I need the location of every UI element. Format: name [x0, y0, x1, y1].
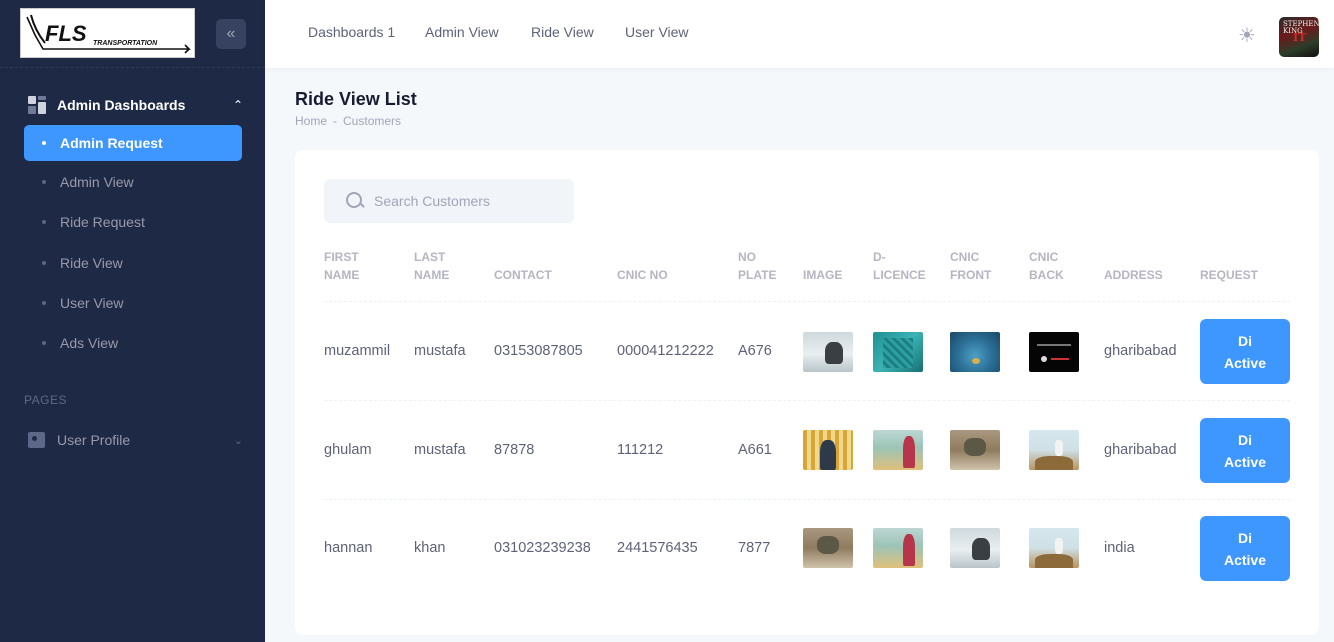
menu-section-label: Admin Dashboards	[57, 97, 186, 113]
cnic-front-thumbnail[interactable]	[950, 430, 1000, 470]
bullet-icon	[42, 261, 46, 265]
breadcrumb-home[interactable]: Home	[295, 114, 327, 128]
column-header-cnic-no: CNIC NO	[617, 268, 668, 282]
column-header-image: IMAGE	[803, 268, 843, 282]
sun-icon[interactable]: ☀	[1237, 26, 1257, 46]
column-header-first-name: FIRST NAME	[324, 250, 360, 282]
top-header: Dashboards 1 Admin View Ride View User V…	[265, 0, 1334, 68]
logo-graphic: FLS TRANSPORTATION	[26, 14, 191, 54]
company-logo[interactable]: FLS TRANSPORTATION	[20, 8, 195, 58]
licence-thumbnail[interactable]	[873, 332, 923, 372]
profile-card-icon	[28, 432, 45, 448]
nav-dashboards-1[interactable]: Dashboards 1	[308, 24, 395, 40]
nav-user-view[interactable]: User View	[625, 24, 689, 40]
sidebar-item-user-view[interactable]: User View	[24, 285, 242, 321]
search-input[interactable]	[374, 193, 564, 209]
menu-section-admin-dashboards[interactable]: Admin Dashboards ⌃	[28, 96, 243, 114]
sidebar-item-user-profile[interactable]: User Profile ⌄	[28, 431, 243, 449]
column-header-request: REQUEST	[1200, 268, 1259, 282]
cell-contact: 87878	[494, 442, 535, 458]
sidebar-item-ads-view[interactable]: Ads View	[24, 325, 242, 361]
cell-address: india	[1104, 540, 1135, 556]
cnic-back-thumbnail[interactable]	[1029, 332, 1079, 372]
bullet-icon	[42, 141, 46, 145]
double-chevron-left-icon: «	[226, 25, 236, 42]
column-header-cnic-back: CNIC BACK	[1029, 250, 1064, 282]
cell-last-name: mustafa	[414, 343, 466, 359]
cnic-back-thumbnail[interactable]	[1029, 430, 1079, 470]
nav-ride-view[interactable]: Ride View	[531, 24, 594, 40]
cell-no-plate: 7877	[738, 540, 771, 556]
cell-last-name: khan	[414, 540, 446, 556]
sidebar-item-ride-request[interactable]: Ride Request	[24, 204, 242, 240]
bullet-icon	[42, 301, 46, 305]
chevron-down-icon: ⌄	[233, 434, 243, 447]
column-header-address: ADDRESS	[1104, 268, 1163, 282]
avatar-text: IT	[1293, 31, 1307, 44]
sidebar-item-label: Admin View	[60, 174, 134, 190]
image-thumbnail[interactable]	[803, 430, 853, 470]
bullet-icon	[42, 341, 46, 345]
sidebar: FLS TRANSPORTATION « Admin Dashboards ⌃ …	[0, 0, 265, 642]
sidebar-item-label: Ads View	[60, 335, 119, 351]
cell-cnic-no: 2441576435	[617, 540, 698, 556]
dashboard-grid-icon	[28, 96, 46, 114]
table-header-divider	[324, 301, 1290, 302]
row-divider	[324, 499, 1290, 500]
breadcrumb-separator: -	[333, 114, 338, 128]
column-header-d-licence: D- LICENCE	[873, 250, 926, 282]
breadcrumb-current: Customers	[343, 114, 402, 128]
collapse-sidebar-button[interactable]: «	[216, 19, 246, 49]
cnic-front-thumbnail[interactable]	[950, 332, 1000, 372]
sidebar-item-admin-request[interactable]: Admin Request	[24, 125, 242, 161]
cell-address: gharibabad	[1104, 442, 1177, 458]
logo-subtext: TRANSPORTATION	[93, 40, 158, 47]
cell-first-name: muzammil	[324, 343, 391, 359]
column-header-cnic-front: CNIC FRONT	[950, 250, 992, 282]
deactivate-button[interactable]: Di Active	[1200, 516, 1290, 581]
cell-cnic-no: 111212	[617, 442, 664, 458]
sidebar-item-label: Admin Request	[60, 135, 163, 151]
column-header-last-name: LAST NAME	[414, 250, 450, 282]
user-avatar[interactable]: STEPHEN KING IT	[1279, 17, 1319, 57]
page-title: Ride View List	[295, 89, 417, 109]
sidebar-item-admin-view[interactable]: Admin View	[24, 164, 242, 200]
row-divider	[324, 400, 1290, 401]
breadcrumb: Home - Customers	[295, 114, 401, 128]
bullet-icon	[42, 180, 46, 184]
column-header-contact: CONTACT	[494, 268, 552, 282]
cell-contact: 03153087805	[494, 343, 583, 359]
search-box[interactable]	[324, 179, 574, 223]
cell-first-name: hannan	[324, 540, 373, 556]
cell-address: gharibabad	[1104, 343, 1177, 359]
cell-first-name: ghulam	[324, 442, 372, 458]
licence-thumbnail[interactable]	[873, 528, 923, 568]
bullet-icon	[42, 220, 46, 224]
cell-no-plate: A676	[738, 343, 772, 359]
chevron-up-icon: ⌃	[232, 98, 243, 112]
deactivate-button[interactable]: Di Active	[1200, 319, 1290, 384]
logo-text: FLS	[45, 21, 87, 46]
cell-contact: 031023239238	[494, 540, 591, 556]
sidebar-item-ride-view[interactable]: Ride View	[24, 245, 242, 281]
cell-no-plate: A661	[738, 442, 772, 458]
search-icon	[346, 192, 364, 210]
sidebar-item-label: Ride Request	[60, 214, 145, 230]
sidebar-item-label: User View	[60, 295, 124, 311]
pages-heading: PAGES	[24, 393, 67, 407]
nav-admin-view[interactable]: Admin View	[425, 24, 499, 40]
sidebar-item-label: Ride View	[60, 255, 123, 271]
image-thumbnail[interactable]	[803, 528, 853, 568]
cnic-back-thumbnail[interactable]	[1029, 528, 1079, 568]
deactivate-button[interactable]: Di Active	[1200, 418, 1290, 483]
logo-row: FLS TRANSPORTATION «	[0, 0, 265, 68]
sidebar-item-label: User Profile	[57, 432, 131, 448]
image-thumbnail[interactable]	[803, 332, 853, 372]
cnic-front-thumbnail[interactable]	[950, 528, 1000, 568]
column-header-no-plate: NO PLATE	[738, 250, 777, 282]
cell-last-name: mustafa	[414, 442, 466, 458]
customers-card: FIRST NAME LAST NAME CONTACT CNIC NO NO …	[295, 150, 1319, 635]
cell-cnic-no: 000041212222	[617, 343, 714, 359]
licence-thumbnail[interactable]	[873, 430, 923, 470]
